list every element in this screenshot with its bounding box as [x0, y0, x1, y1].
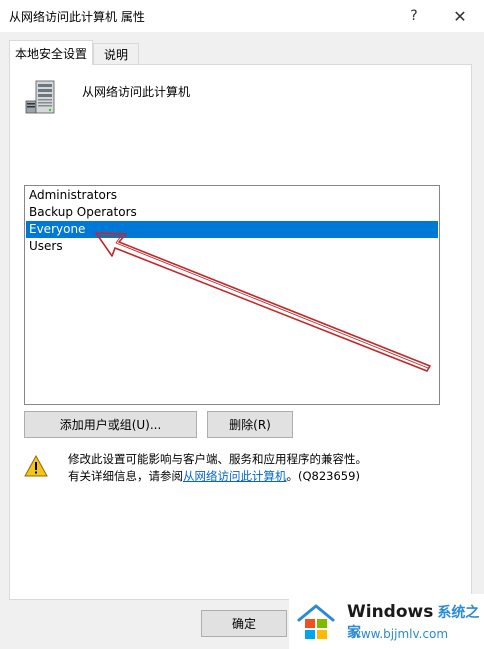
list-item-label: Backup Operators: [29, 205, 137, 219]
tab-label: 说明: [103, 47, 128, 62]
add-user-or-group-button[interactable]: 添加用户或组(U)...: [24, 411, 197, 438]
list-item-label: Users: [29, 239, 63, 253]
watermark: Windows 系统之家 www.bjjmlv.com: [289, 594, 484, 649]
warning-line-2: 有关详细信息，请参阅从网络访问此计算机。(Q823659): [68, 468, 458, 485]
server-icon: [25, 80, 55, 114]
list-item-backup-operators[interactable]: Backup Operators: [26, 204, 438, 221]
ok-button[interactable]: 确定: [201, 610, 287, 637]
warning-icon: [24, 455, 48, 477]
tab-local-security-setting[interactable]: 本地安全设置: [9, 40, 93, 65]
help-link[interactable]: 从网络访问此计算机: [183, 469, 287, 483]
list-item-label: Administrators: [29, 188, 118, 202]
button-label: 添加用户或组(U)...: [59, 418, 162, 432]
window-title: 从网络访问此计算机 属性: [9, 10, 145, 24]
tab-panel: 从网络访问此计算机 Administrators Backup Operator…: [9, 64, 472, 600]
house-logo-icon: [297, 604, 335, 639]
warning-suffix: 。(Q823659): [286, 469, 360, 483]
watermark-brand-en: Windows: [347, 602, 434, 622]
list-item-users[interactable]: Users: [26, 238, 438, 255]
list-item-everyone[interactable]: Everyone: [26, 221, 438, 238]
close-icon: ✕: [453, 6, 467, 26]
list-item-administrators[interactable]: Administrators: [26, 187, 438, 204]
help-button[interactable]: ?: [400, 4, 428, 28]
policy-title: 从网络访问此计算机: [82, 85, 191, 99]
list-item-label: Everyone: [29, 222, 86, 236]
warning-prefix: 有关详细信息，请参阅: [68, 469, 183, 483]
tab-label: 本地安全设置: [14, 46, 87, 61]
button-label: 确定: [231, 617, 256, 631]
members-listbox[interactable]: Administrators Backup Operators Everyone…: [24, 185, 440, 405]
remove-button[interactable]: 删除(R): [207, 411, 293, 438]
close-button[interactable]: ✕: [446, 4, 474, 28]
help-icon: ?: [410, 8, 418, 24]
warning-line-1: 修改此设置可能影响与客户端、服务和应用程序的兼容性。: [68, 452, 367, 466]
warning-text: 修改此设置可能影响与客户端、服务和应用程序的兼容性。 有关详细信息，请参阅从网络…: [68, 451, 458, 485]
tab-explain[interactable]: 说明: [93, 43, 139, 64]
button-label: 删除(R): [229, 418, 271, 432]
watermark-url: www.bjjmlv.com: [351, 627, 449, 641]
title-bar: 从网络访问此计算机 属性 ? ✕: [0, 0, 484, 32]
